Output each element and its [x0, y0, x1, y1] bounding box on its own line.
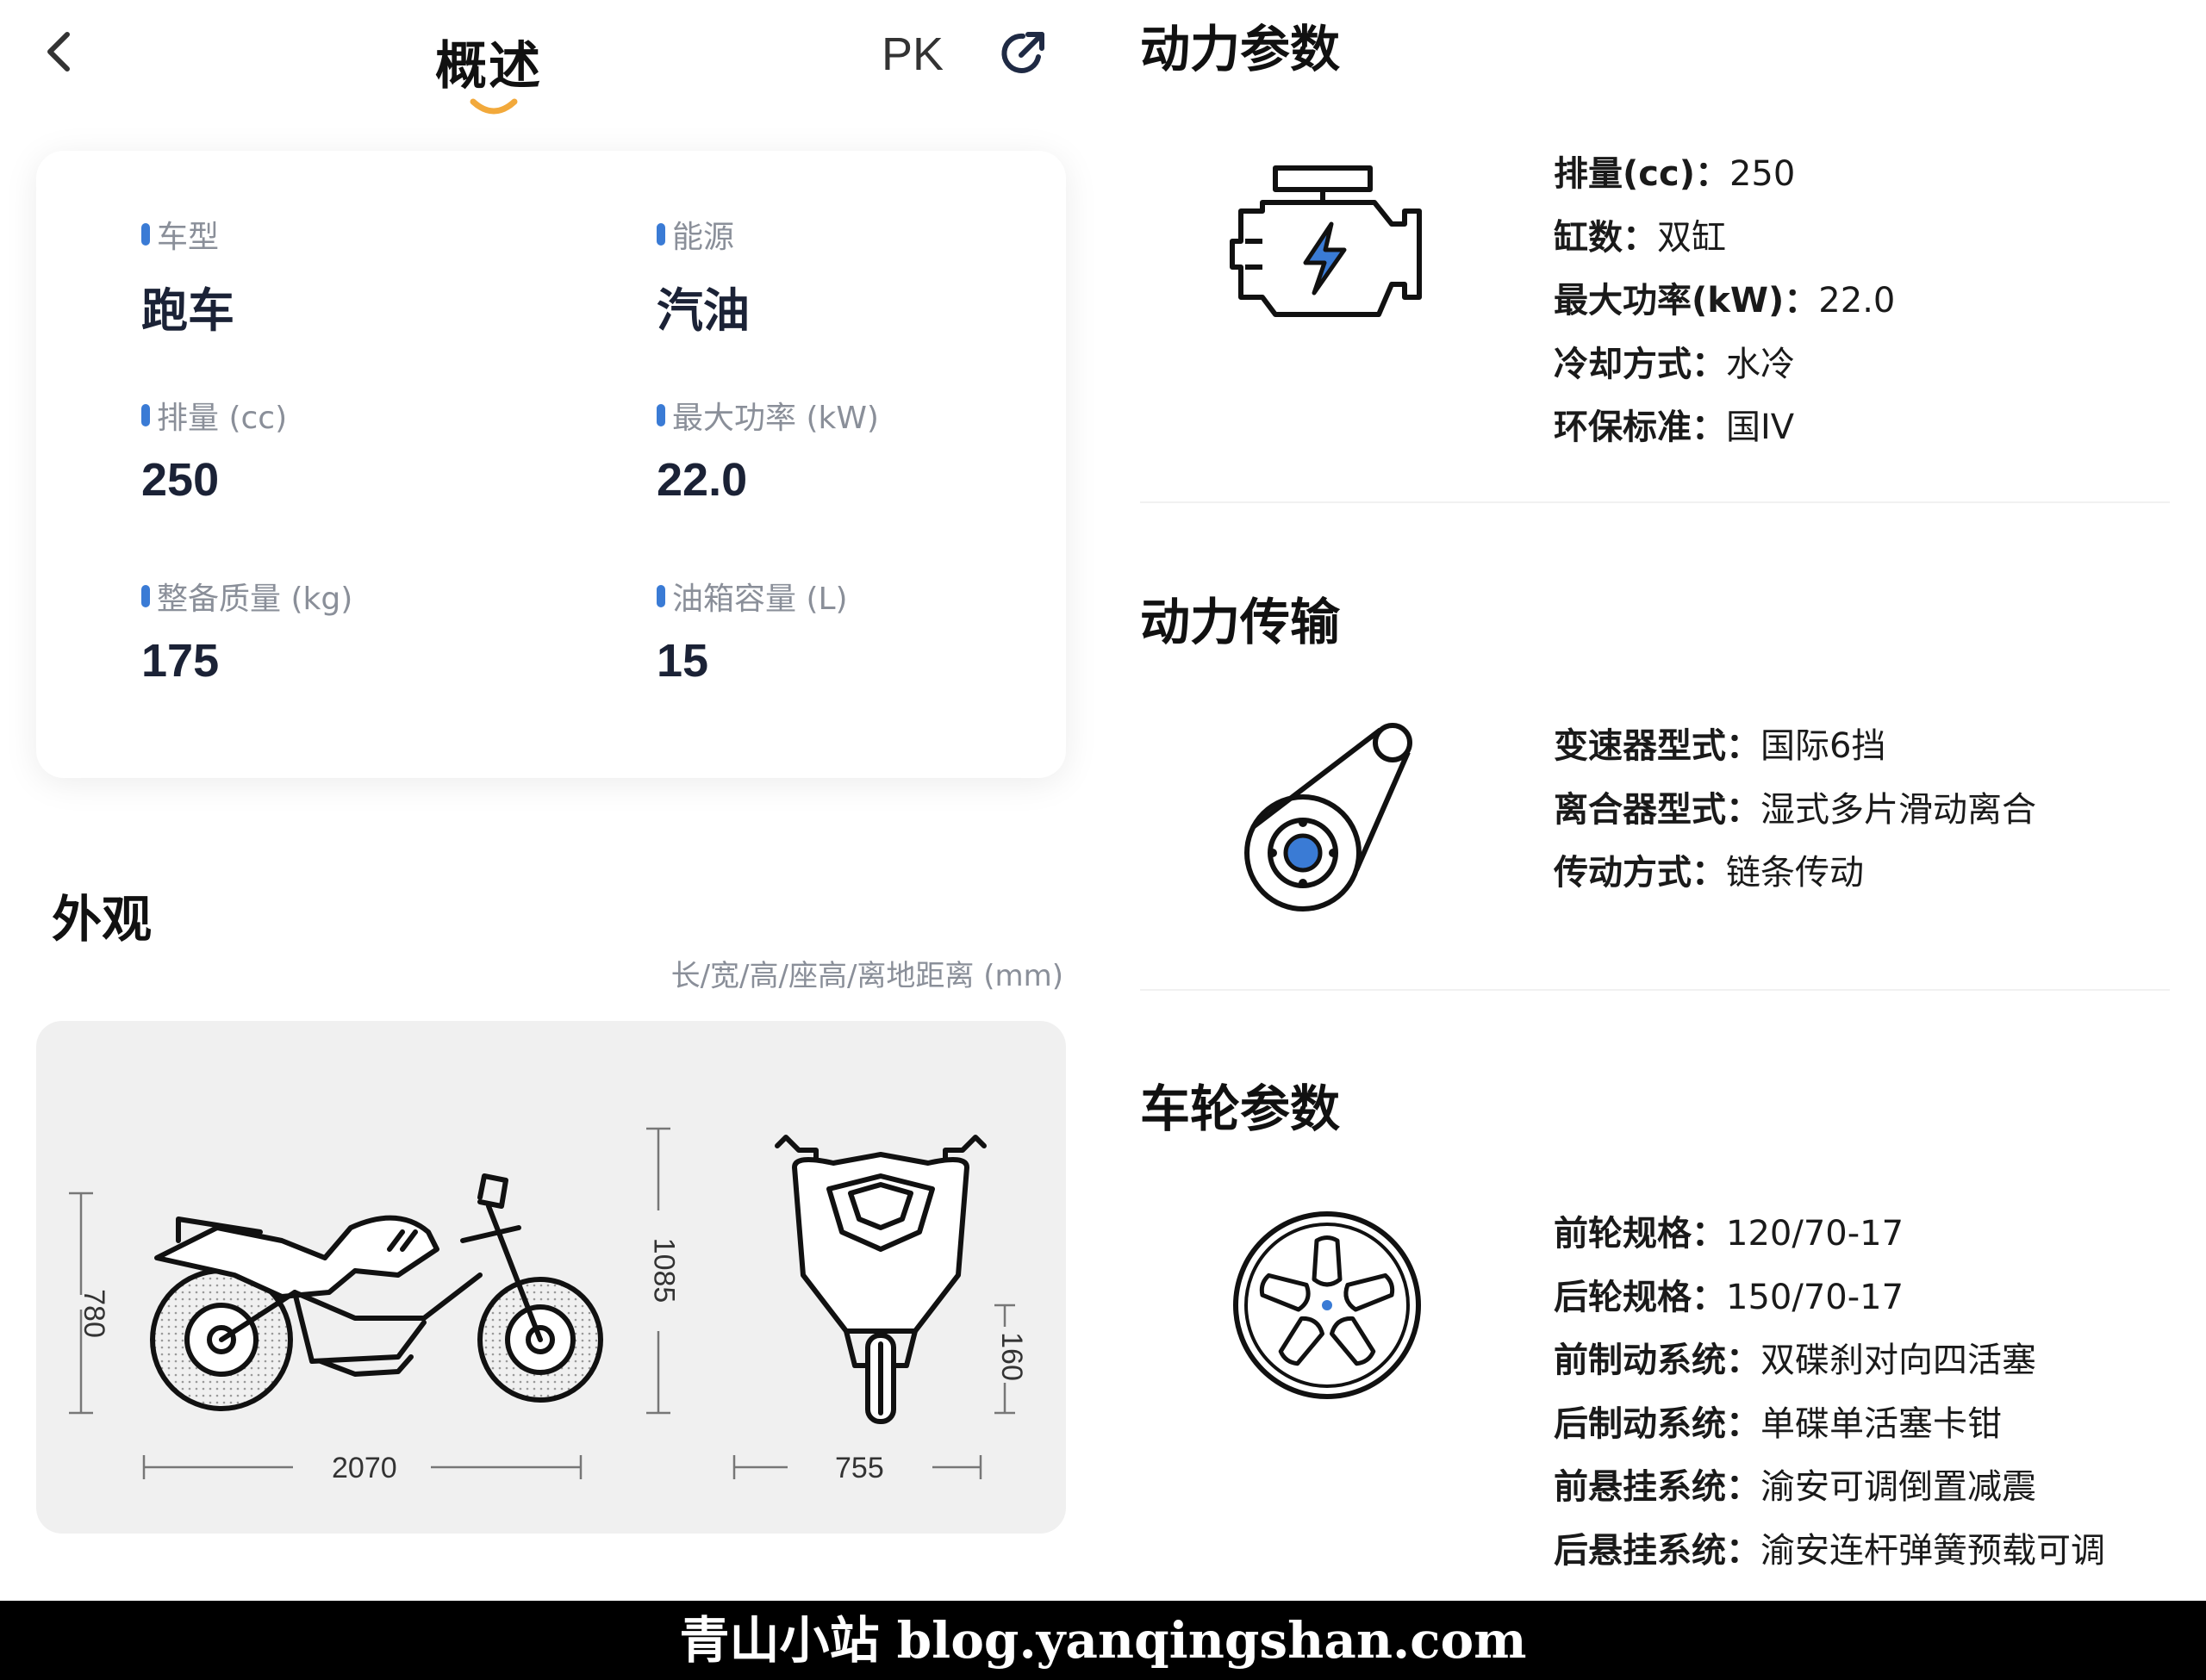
ground-clearance-label: 160: [994, 1332, 1028, 1381]
param-row: 缸数：双缸: [1554, 217, 1726, 258]
motorcycle-front-icon: [775, 1135, 987, 1424]
spec-value: 跑车: [141, 283, 234, 338]
section-title-transmission: 动力传输: [1140, 593, 1341, 651]
param-row: 前轮规格：120/70-17: [1554, 1214, 1904, 1254]
section-title-power: 动力参数: [1140, 20, 1341, 78]
param-row: 传动方式：链条传动: [1554, 853, 1864, 893]
dimensions-panel: 780 1085 160 2070 755: [36, 1021, 1066, 1534]
engine-icon: [1228, 164, 1426, 327]
spec-label: 车型: [157, 220, 220, 255]
spec-label: 排量 (cc): [157, 401, 288, 436]
height-label: 1085: [647, 1237, 681, 1304]
back-icon[interactable]: [34, 26, 86, 78]
param-row: 后悬挂系统：渝安连杆弹簧预载可调: [1554, 1530, 2105, 1571]
label-marker: [657, 585, 665, 607]
motorcycle-side-icon: [150, 1173, 603, 1411]
length-label: 2070: [332, 1452, 397, 1484]
spec-label: 油箱容量 (L): [672, 582, 848, 617]
param-row: 环保标准：国IV: [1554, 408, 1795, 447]
tab-overview[interactable]: 概述: [435, 24, 542, 99]
spec-body-type: 车型 跑车: [141, 215, 624, 340]
spec-label: 整备质量 (kg): [157, 582, 353, 617]
spec-label: 能源: [672, 220, 735, 255]
param-row: 前制动系统：双碟刹对向四活塞: [1554, 1341, 2036, 1380]
divider: [1140, 989, 2170, 991]
spec-value: 250: [141, 454, 220, 506]
divider: [1140, 501, 2170, 503]
wheel-icon: [1232, 1210, 1422, 1403]
spec-value: 22.0: [657, 454, 748, 506]
dimensions-note: 长/宽/高/座高/离地距离 (mm): [670, 959, 1063, 993]
transmission-params: 变速器型式：国际6挡 离合器型式：湿式多片滑动离合 传动方式：链条传动: [1554, 715, 2036, 905]
label-marker: [141, 585, 150, 607]
param-row: 变速器型式：国际6挡: [1554, 726, 1886, 766]
watermark-text: 青山小站 blog.yanqingshan.com: [679, 1611, 1527, 1670]
spec-max-power: 最大功率 (kW) 22.0: [657, 396, 1139, 507]
spec-displacement: 排量 (cc) 250: [141, 396, 624, 507]
spec-value: 175: [141, 635, 220, 687]
label-marker: [141, 223, 150, 246]
width-label: 755: [835, 1452, 884, 1484]
wheel-params: 前轮规格：120/70-17 后轮规格：150/70-17 前制动系统：双碟刹对…: [1554, 1203, 2105, 1583]
section-title-wheels: 车轮参数: [1140, 1080, 1341, 1138]
pk-button[interactable]: PK: [882, 28, 944, 81]
param-row: 前悬挂系统：渝安可调倒置减震: [1554, 1467, 2036, 1507]
spec-fuel-tank: 油箱容量 (L) 15: [657, 577, 1139, 688]
param-row: 冷却方式：水冷: [1554, 344, 1795, 384]
label-marker: [141, 404, 150, 426]
spec-energy: 能源 汽油: [657, 215, 1139, 340]
tab-active-indicator: [470, 96, 518, 119]
label-marker: [657, 223, 665, 246]
label-marker: [657, 404, 665, 426]
spec-value: 汽油: [657, 283, 750, 338]
seat-height-label: 780: [77, 1289, 110, 1338]
spec-value: 15: [657, 635, 709, 687]
watermark-bar: 青山小站 blog.yanqingshan.com: [0, 1601, 2206, 1680]
spec-curb-weight: 整备质量 (kg) 175: [141, 577, 624, 688]
appearance-title: 外观: [52, 890, 153, 949]
param-row: 后轮规格：150/70-17: [1554, 1277, 1904, 1317]
spec-label: 最大功率 (kW): [672, 401, 879, 436]
summary-card: 车型 跑车 能源 汽油 排量 (cc) 250 最大功率 (kW) 22.0 整…: [36, 151, 1066, 778]
chain-drive-icon: [1241, 719, 1413, 917]
share-icon[interactable]: [995, 26, 1050, 81]
param-row: 离合器型式：湿式多片滑动离合: [1554, 789, 2036, 830]
param-row: 最大功率(kW)：22.0: [1554, 281, 1896, 320]
param-row: 排量(cc)：250: [1554, 154, 1796, 194]
power-params: 排量(cc)：250 缸数：双缸 最大功率(kW)：22.0 冷却方式：水冷 环…: [1554, 143, 1895, 460]
param-row: 后制动系统：单碟单活塞卡钳: [1554, 1403, 2002, 1444]
